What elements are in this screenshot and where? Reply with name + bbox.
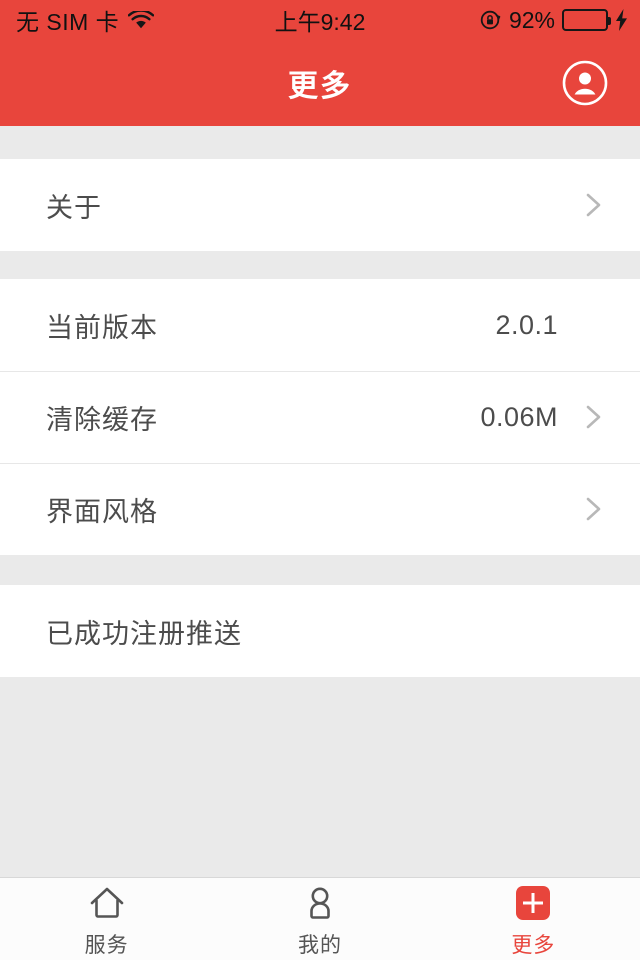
settings-group-app: 当前版本 2.0.1 清除缓存 0.06M 界面风格 bbox=[0, 279, 640, 555]
list-item-label: 已成功注册推送 bbox=[46, 618, 242, 649]
status-bar-right: 92% bbox=[480, 7, 628, 34]
settings-group-push: 已成功注册推送 bbox=[0, 585, 640, 677]
user-avatar-icon[interactable] bbox=[562, 60, 608, 106]
tab-bar: 服务 我的 更多 bbox=[0, 877, 640, 960]
battery-icon bbox=[562, 9, 611, 31]
person-icon bbox=[299, 882, 341, 924]
list-item-about[interactable]: 关于 bbox=[0, 159, 640, 251]
list-item-value: 2.0.1 bbox=[495, 309, 558, 340]
list-item-label: 清除缓存 bbox=[46, 404, 158, 435]
battery-percent-label: 92% bbox=[508, 6, 555, 33]
list-item-push-status[interactable]: 已成功注册推送 bbox=[0, 585, 640, 677]
home-icon bbox=[86, 882, 128, 924]
app-root: 无 SIM 卡 上午9:42 92% 更多 关于 当前版本 2.0.1 清除缓存… bbox=[0, 0, 640, 960]
tab-more[interactable]: 更多 bbox=[427, 878, 640, 960]
charging-bolt-icon bbox=[615, 9, 628, 31]
battery-cap bbox=[608, 17, 611, 25]
list-item-clear-cache[interactable]: 清除缓存 0.06M bbox=[0, 371, 640, 463]
page-title: 更多 bbox=[288, 70, 352, 103]
rotation-lock-icon bbox=[480, 9, 502, 31]
tab-label: 我的 bbox=[297, 933, 342, 957]
list-item-label: 当前版本 bbox=[46, 312, 158, 343]
plus-square-icon bbox=[512, 882, 554, 924]
list-item-label: 关于 bbox=[46, 192, 102, 223]
section-gap-bottom bbox=[0, 555, 640, 585]
settings-list: 关于 当前版本 2.0.1 清除缓存 0.06M 界面风格 已成功注册推送 bbox=[0, 126, 640, 877]
settings-group-about: 关于 bbox=[0, 159, 640, 251]
chevron-right-icon bbox=[576, 400, 610, 434]
list-item-label: 界面风格 bbox=[46, 496, 158, 527]
plus-square-shape bbox=[516, 885, 551, 920]
navigation-bar: 更多 bbox=[0, 40, 640, 126]
tab-label: 更多 bbox=[511, 933, 556, 957]
tab-service[interactable]: 服务 bbox=[0, 878, 213, 960]
list-item-interface-style[interactable]: 界面风格 bbox=[0, 463, 640, 555]
section-gap-top bbox=[0, 126, 640, 159]
tab-mine[interactable]: 我的 bbox=[213, 878, 426, 960]
status-bar: 无 SIM 卡 上午9:42 92% bbox=[0, 0, 640, 40]
list-item-value: 0.06M bbox=[480, 401, 558, 432]
section-gap-middle bbox=[0, 251, 640, 279]
list-item-current-version[interactable]: 当前版本 2.0.1 bbox=[0, 279, 640, 371]
tab-label: 服务 bbox=[84, 933, 129, 957]
chevron-right-icon bbox=[576, 188, 610, 222]
chevron-right-icon bbox=[576, 492, 610, 526]
empty-area bbox=[0, 677, 640, 877]
